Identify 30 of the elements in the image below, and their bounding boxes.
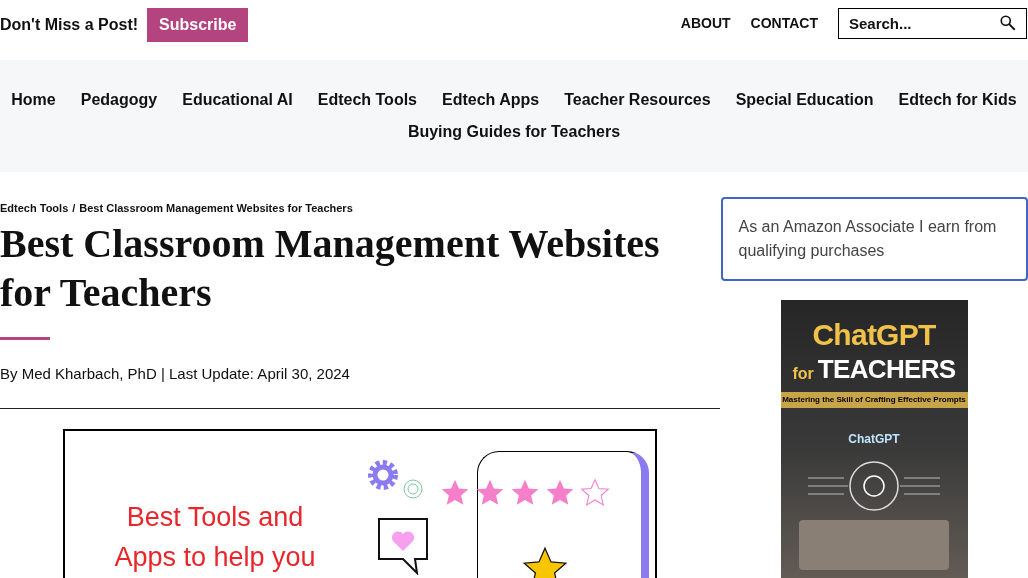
book-subtitle: Mastering the Skill of Crafting Effective Prompts — [780, 392, 968, 408]
image-caption: Best Tools and — [126, 501, 304, 534]
nav-link[interactable]: Pedagogy — [80, 88, 158, 112]
heart-chat-bubble-icon — [377, 517, 429, 575]
nav-link[interactable]: Educational AI — [182, 88, 293, 112]
empty-star-icon — [579, 477, 611, 509]
image-caption: Apps to help you — [114, 541, 316, 574]
nav-link[interactable]: Edtech Apps — [442, 88, 540, 112]
breadcrumb-link[interactable]: Edtech Tools — [0, 200, 69, 217]
breadcrumb-link[interactable]: Best Classroom Management Websites for Teachers — [79, 200, 353, 217]
search-field[interactable]: Search... — [838, 8, 1027, 39]
breadcrumb-separator: / — [72, 201, 76, 216]
nav-link[interactable]: Buying Guides for Teachers — [407, 120, 621, 144]
search-icon[interactable] — [999, 14, 1017, 32]
nav-link[interactable]: Teacher Resources — [564, 88, 711, 112]
book-title: ChatGPT — [812, 318, 936, 352]
nav-link[interactable]: Edtech Tools — [317, 88, 417, 112]
byline: By Med Kharbach, PhD | Last Update: April 30, 2024 — [0, 363, 351, 384]
header-link[interactable]: CONTACT — [750, 13, 818, 34]
nav-link[interactable]: Special Education — [735, 88, 874, 112]
tagline: Don't Miss a Post! — [0, 15, 139, 35]
affiliate-notice: As an Amazon Associate I earn from qualifying purchases — [720, 197, 1028, 281]
subscribe-button[interactable]: Subscribe — [147, 8, 249, 42]
book-screen-label: ChatGPT — [848, 431, 900, 448]
book-title: for — [792, 364, 814, 384]
header-link[interactable]: ABOUT — [680, 13, 731, 34]
nav-link[interactable]: Home — [11, 88, 56, 112]
article-title: Best Classroom Management Websites for Teachers — [0, 219, 661, 317]
book-title: TEACHERS — [817, 353, 956, 386]
nav-link[interactable]: Edtech for Kids — [898, 88, 1017, 112]
